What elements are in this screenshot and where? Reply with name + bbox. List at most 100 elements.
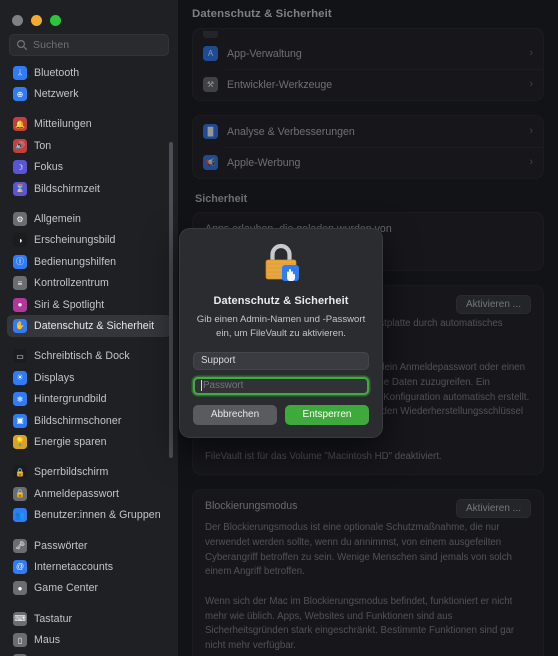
sidebar-item-label: Siri & Spotlight: [34, 298, 105, 311]
sidebar-item-schreibtisch-dock[interactable]: ▭ Schreibtisch & Dock: [7, 346, 171, 367]
username-value: Support: [201, 355, 236, 367]
sidebar-item-maus[interactable]: ▯ Maus: [7, 629, 171, 650]
sidebar-item-label: Bildschirmschoner: [34, 414, 122, 427]
close-window-button[interactable]: [12, 14, 23, 26]
sidebar-item-label: Ton: [34, 139, 52, 152]
sidebar-item-passw-rter[interactable]: 🗝 Passwörter: [7, 535, 171, 556]
displays-brightness-icon: ☀: [13, 370, 27, 385]
sidebar-item-erscheinungsbild[interactable]: ◑ Erscheinungsbild: [7, 230, 171, 251]
dialog-title: Datenschutz & Sicherheit: [213, 295, 349, 307]
sidebar-item-anmeldepasswort[interactable]: 🔒 Anmeldepasswort: [7, 483, 171, 504]
dialog-actions: Abbrechen Entsperren: [193, 404, 369, 425]
sidebar-scrollbar-thumb[interactable]: [169, 142, 173, 458]
sidebar-item-bildschirmschoner[interactable]: ▣ Bildschirmschoner: [7, 410, 171, 431]
system-settings-window: Suchen ᛦ Bluetooth ⊕ Netzwerk 🔔 Mitteilungen 🔊…: [0, 0, 558, 656]
padlock-with-hand-badge-icon: [265, 243, 299, 281]
sidebar-item-label: Bedienungshilfen: [34, 255, 117, 268]
sidebar-group-1: 🔔 Mitteilungen 🔊 Ton ☽ Fokus ⌛ Bildschirmzeit: [7, 114, 171, 209]
notifications-icon: 🔔: [13, 117, 27, 132]
sidebar-item-label: Energie sparen: [34, 435, 107, 448]
sidebar-group-3: ▭ Schreibtisch & Dock ☀ Displays ❄ Hintergrun…: [7, 346, 171, 462]
game-center-icon: ●: [13, 581, 27, 596]
sidebar-item-label: Sperrbildschirm: [34, 466, 109, 479]
sidebar-item-label: Netzwerk: [34, 88, 79, 101]
sidebar-group-0: ᛦ Bluetooth ⊕ Netzwerk: [7, 62, 171, 114]
sidebar-item-label: Anmeldepasswort: [34, 487, 119, 500]
sidebar-item-benutzer-innen-gruppen[interactable]: 👥 Benutzer:innen & Gruppen: [7, 504, 171, 525]
sidebar-item-bedienungshilfen[interactable]: Ⓘ Bedienungshilfen: [7, 251, 171, 272]
cancel-button[interactable]: Abbrechen: [193, 404, 277, 425]
sidebar-item-label: Passwörter: [34, 539, 88, 552]
focus-moon-icon: ☽: [13, 160, 27, 175]
search-icon: [16, 39, 27, 50]
sidebar-item-ton[interactable]: 🔊 Ton: [7, 135, 171, 156]
text-caret: [201, 380, 202, 392]
search-input[interactable]: Suchen: [9, 34, 169, 56]
sidebar-item-tastatur[interactable]: ⌨ Tastatur: [7, 608, 171, 629]
globe-icon: ⊕: [13, 87, 27, 102]
sidebar-item-bluetooth[interactable]: ᛦ Bluetooth: [7, 62, 171, 83]
sidebar-item-displays[interactable]: ☀ Displays: [7, 367, 171, 388]
keyboard-icon: ⌨: [13, 611, 27, 626]
sidebar-item-label: Datenschutz & Sicherheit: [34, 319, 155, 332]
sidebar-item-label: Bildschirmzeit: [34, 182, 101, 195]
password-placeholder: Passwort: [203, 380, 244, 392]
screensaver-icon: ▣: [13, 413, 27, 428]
sidebar-item-label: Game Center: [34, 582, 99, 595]
sidebar-item-label: Displays: [34, 371, 75, 384]
sidebar-item-label: Kontrollzentrum: [34, 277, 109, 290]
sidebar-item-label: Allgemein: [34, 213, 81, 226]
users-groups-icon: 👥: [13, 508, 27, 523]
sidebar-group-4: 🔒 Sperrbildschirm 🔒 Anmeldepasswort 👥 Benutze…: [7, 462, 171, 535]
dialog-icon-wrap: [193, 242, 369, 286]
sidebar-item-siri-spotlight[interactable]: ● Siri & Spotlight: [7, 294, 171, 315]
accessibility-icon: Ⓘ: [13, 254, 27, 269]
window-traffic-lights: [0, 0, 178, 30]
wallpaper-icon: ❄: [13, 392, 27, 407]
sidebar-item-label: Internetaccounts: [34, 560, 114, 573]
sidebar-item-internetaccounts[interactable]: @ Internetaccounts: [7, 556, 171, 577]
sidebar-item-hintergrundbild[interactable]: ❄ Hintergrundbild: [7, 388, 171, 409]
privacy-hand-icon: ✋: [13, 318, 27, 333]
maximize-window-button[interactable]: [50, 14, 61, 26]
sidebar-nav-list[interactable]: ᛦ Bluetooth ⊕ Netzwerk 🔔 Mitteilungen 🔊 Ton ☽ Fok…: [0, 62, 178, 656]
sidebar-item-label: Fokus: [34, 161, 64, 174]
username-field[interactable]: Support: [193, 351, 369, 370]
control-center-icon: ≡: [13, 276, 27, 291]
sidebar-search-container: Suchen: [0, 30, 178, 62]
dialog-message: Gib einen Admin-Namen und -Passwort ein,…: [196, 314, 366, 339]
sidebar-item-label: Erscheinungsbild: [34, 234, 116, 247]
minimize-window-button[interactable]: [31, 14, 42, 26]
sidebar-item-energie-sparen[interactable]: 💡 Energie sparen: [7, 431, 171, 452]
sound-icon: 🔊: [13, 138, 27, 153]
sidebar-item-datenschutz-sicherheit[interactable]: ✋ Datenschutz & Sicherheit: [7, 315, 171, 337]
sidebar-item-label: Hintergrundbild: [34, 393, 107, 406]
mouse-icon: ▯: [13, 633, 27, 648]
sidebar-item-label: Mitteilungen: [34, 118, 92, 131]
sidebar-group-6: ⌨ Tastatur ▯ Maus ⎙Drucker & Scanner: [7, 608, 171, 656]
search-placeholder: Suchen: [33, 39, 70, 51]
unlock-button[interactable]: Entsperren: [285, 404, 369, 425]
sidebar-item-kontrollzentrum[interactable]: ≡ Kontrollzentrum: [7, 273, 171, 294]
siri-icon: ●: [13, 297, 27, 312]
general-gear-icon: ⚙: [13, 212, 27, 227]
sidebar-item-mitteilungen[interactable]: 🔔 Mitteilungen: [7, 114, 171, 135]
sidebar-item-label: Bluetooth: [34, 66, 80, 79]
sidebar-group-2: ⚙ Allgemein ◑ Erscheinungsbild Ⓘ Bedienungshi…: [7, 208, 171, 345]
sidebar-item-game-center[interactable]: ● Game Center: [7, 578, 171, 599]
lock-screen-icon: 🔒: [13, 465, 27, 480]
sidebar-item-label: Maus: [34, 634, 61, 647]
sidebar-item-label: Tastatur: [34, 612, 73, 625]
appearance-contrast-icon: ◑: [13, 233, 27, 248]
bluetooth-icon: ᛦ: [13, 65, 27, 80]
sidebar-item-allgemein[interactable]: ⚙ Allgemein: [7, 208, 171, 229]
sidebar-item-sperrbildschirm[interactable]: 🔒 Sperrbildschirm: [7, 462, 171, 483]
sidebar-item-drucker-scanner[interactable]: ⎙Drucker & Scanner: [7, 651, 171, 656]
screentime-hourglass-icon: ⌛: [13, 181, 27, 196]
sidebar-item-bildschirmzeit[interactable]: ⌛ Bildschirmzeit: [7, 178, 171, 199]
password-field[interactable]: Passwort: [193, 376, 369, 395]
sidebar-group-5: 🗝 Passwörter @ Internetaccounts ● Game Center: [7, 535, 171, 608]
sidebar-item-netzwerk[interactable]: ⊕ Netzwerk: [7, 83, 171, 104]
sidebar-item-fokus[interactable]: ☽ Fokus: [7, 157, 171, 178]
internet-accounts-icon: @: [13, 559, 27, 574]
